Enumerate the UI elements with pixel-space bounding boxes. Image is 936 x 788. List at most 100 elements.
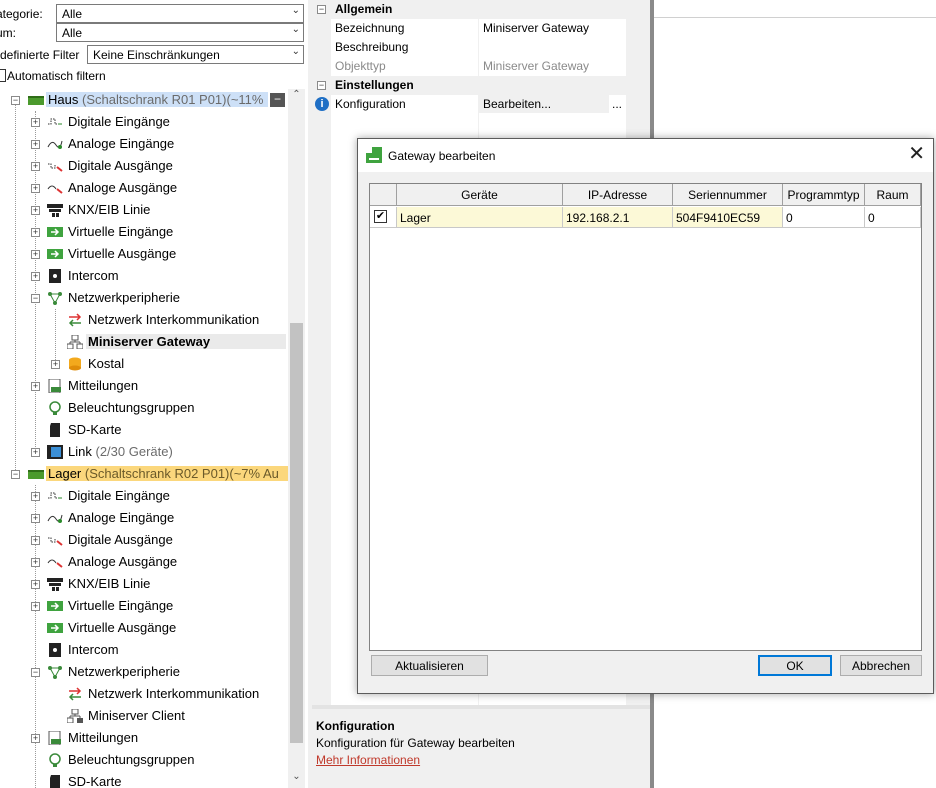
table-header[interactable]: Geräte (397, 184, 563, 206)
kategorie-select[interactable]: Alle ⌄ (56, 4, 304, 23)
link-icon (47, 445, 63, 459)
expand-icon[interactable]: + (31, 580, 40, 589)
cell-geraet[interactable]: Lager (397, 207, 563, 228)
refresh-button[interactable]: Aktualisieren (371, 655, 488, 676)
gateway-dialog: Gateway bearbeiten ✕ Geräte IP-Adresse S… (357, 138, 934, 694)
tree-node-virtuelle-eingaenge[interactable]: + Virtuelle Eingänge (0, 595, 288, 617)
tree-node-mitteilungen[interactable]: + Mitteilungen (0, 727, 288, 749)
property-value[interactable]: Miniserver Gateway (483, 21, 589, 35)
expand-icon[interactable]: + (31, 558, 40, 567)
collapse-icon[interactable]: − (317, 5, 326, 14)
expand-icon[interactable]: + (51, 360, 60, 369)
tree-node-lager[interactable]: − Lager (Schaltschrank R02 P01)(~7% Au (0, 463, 288, 485)
edit-ellipsis-button[interactable]: ... (612, 97, 622, 111)
tree-node-analoge-eingaenge[interactable]: + Analoge Eingänge (0, 507, 288, 529)
expand-icon[interactable]: + (31, 382, 40, 391)
tree-node-analoge-ausgaenge[interactable]: + Analoge Ausgänge (0, 177, 288, 199)
more-info-link[interactable]: Mehr Informationen (316, 753, 420, 767)
tree-node-intercom[interactable]: + Intercom (0, 265, 288, 287)
tree-node-virtuelle-eingaenge[interactable]: + Virtuelle Eingänge (0, 221, 288, 243)
expand-icon[interactable]: + (31, 206, 40, 215)
tree-node-netzwerkperipherie[interactable]: − Netzwerkperipherie (0, 661, 288, 683)
collapse-icon[interactable]: − (317, 81, 326, 90)
collapse-icon[interactable]: − (31, 294, 40, 303)
expand-icon[interactable]: + (31, 184, 40, 193)
expand-icon[interactable]: + (31, 536, 40, 545)
minimize-icon[interactable]: − (270, 93, 285, 107)
expand-icon[interactable]: + (31, 492, 40, 501)
tree-node-netzwerk-interkommunikation[interactable]: Netzwerk Interkommunikation (0, 683, 288, 705)
table-header[interactable]: IP-Adresse (563, 184, 673, 206)
table-header[interactable]: Raum (865, 184, 921, 206)
cell-ip[interactable]: 192.168.2.1 (563, 207, 673, 228)
ok-button[interactable]: OK (758, 655, 832, 676)
expand-icon[interactable]: + (31, 602, 40, 611)
expand-icon[interactable]: + (31, 448, 40, 457)
dialog-titlebar[interactable]: Gateway bearbeiten ✕ (358, 139, 933, 172)
expand-icon[interactable]: + (31, 140, 40, 149)
cell-serial[interactable]: 504F9410EC59 (673, 207, 783, 228)
label: KNX/EIB Linie (68, 202, 151, 217)
expand-icon[interactable]: + (31, 734, 40, 743)
tree-node-sd-karte[interactable]: SD-Karte (0, 771, 288, 788)
label: KNX/EIB Linie (68, 576, 151, 591)
tree-node-netzwerk-interkommunikation[interactable]: Netzwerk Interkommunikation (0, 309, 288, 331)
scrollbar-thumb[interactable] (290, 323, 303, 743)
tree-node-digitale-ausgaenge[interactable]: + Digitale Ausgänge (0, 529, 288, 551)
tree-node-virtuelle-ausgaenge[interactable]: Virtuelle Ausgänge (0, 617, 288, 639)
tree-node-haus[interactable]: − Haus (Schaltschrank R01 P01)(~11% − (0, 89, 288, 111)
cancel-button[interactable]: Abbrechen (840, 655, 922, 676)
cell-programmtyp[interactable]: 0 (783, 207, 865, 228)
tree-node-analoge-eingaenge[interactable]: + Analoge Eingänge (0, 133, 288, 155)
scroll-down-icon[interactable]: ⌄ (288, 771, 305, 788)
category-einstellungen[interactable]: − Einstellungen (312, 76, 626, 95)
edit-config-value[interactable]: Bearbeiten... (479, 95, 609, 113)
tree-node-digitale-ausgaenge[interactable]: + Digitale Ausgänge (0, 155, 288, 177)
tree-node-knx[interactable]: + KNX/EIB Linie (0, 573, 288, 595)
tree-node-virtuelle-ausgaenge[interactable]: + Virtuelle Ausgänge (0, 243, 288, 265)
expand-icon[interactable]: + (31, 272, 40, 281)
raum-select[interactable]: Alle ⌄ (56, 23, 304, 42)
tree-node-sd-karte[interactable]: SD-Karte (0, 419, 288, 441)
label: Netzwerk Interkommunikation (88, 686, 260, 701)
tree-node-analoge-ausgaenge[interactable]: + Analoge Ausgänge (0, 551, 288, 573)
label: Beleuchtungsgruppen (68, 752, 195, 767)
tree-node-knx[interactable]: + KNX/EIB Linie (0, 199, 288, 221)
tree-node-netzwerkperipherie[interactable]: − Netzwerkperipherie (0, 287, 288, 309)
row-checkbox[interactable]: ✔ (374, 210, 387, 223)
expand-icon[interactable]: + (31, 228, 40, 237)
tree-node-beleuchtungsgruppen[interactable]: Beleuchtungsgruppen (0, 749, 288, 771)
tree-node-kostal[interactable]: + Kostal (0, 353, 288, 375)
miniserver-icon (28, 93, 44, 107)
close-icon[interactable]: ✕ (908, 144, 925, 164)
collapse-icon[interactable]: − (31, 668, 40, 677)
table-header[interactable]: Seriennummer (673, 184, 783, 206)
expand-icon[interactable]: + (31, 250, 40, 259)
expand-icon[interactable]: + (31, 514, 40, 523)
collapse-icon[interactable]: − (11, 470, 20, 479)
property-bezeichnung[interactable]: Bezeichnung Miniserver Gateway (312, 19, 626, 38)
expand-icon[interactable]: + (31, 118, 40, 127)
row-select-cell[interactable]: ✔ (370, 207, 397, 228)
tree-node-intercom[interactable]: Intercom (0, 639, 288, 661)
tree-node-miniserver-client[interactable]: Miniserver Client (0, 705, 288, 727)
autofilter-checkbox[interactable] (0, 69, 6, 82)
tree-node-beleuchtungsgruppen[interactable]: Beleuchtungsgruppen (0, 397, 288, 419)
property-konfiguration[interactable]: i Konfiguration Bearbeiten... ... (312, 95, 626, 114)
virtual-output-icon (47, 621, 63, 635)
tree-node-digitale-eingaenge[interactable]: + Digitale Eingänge (0, 485, 288, 507)
predefined-filter-select[interactable]: Keine Einschränkungen ⌄ (87, 45, 304, 64)
table-header[interactable]: Programmtyp (783, 184, 865, 206)
tree-scrollbar[interactable]: ⌃ ⌄ (288, 89, 305, 788)
cell-raum[interactable]: 0 (865, 207, 921, 228)
property-beschreibung[interactable]: Beschreibung (312, 38, 626, 57)
scroll-up-icon[interactable]: ⌃ (288, 89, 305, 106)
tree-node-link[interactable]: + Link (2/30 Geräte) (0, 441, 288, 463)
tree-node-miniserver-gateway[interactable]: Miniserver Gateway (0, 331, 288, 353)
category-allgemein[interactable]: − Allgemein (312, 0, 626, 19)
expand-icon[interactable]: + (31, 162, 40, 171)
tree-node-mitteilungen[interactable]: + Mitteilungen (0, 375, 288, 397)
tree-node-digitale-eingaenge[interactable]: + Digitale Eingänge (0, 111, 288, 133)
collapse-icon[interactable]: − (11, 96, 20, 105)
raum-label: um: (0, 26, 17, 40)
